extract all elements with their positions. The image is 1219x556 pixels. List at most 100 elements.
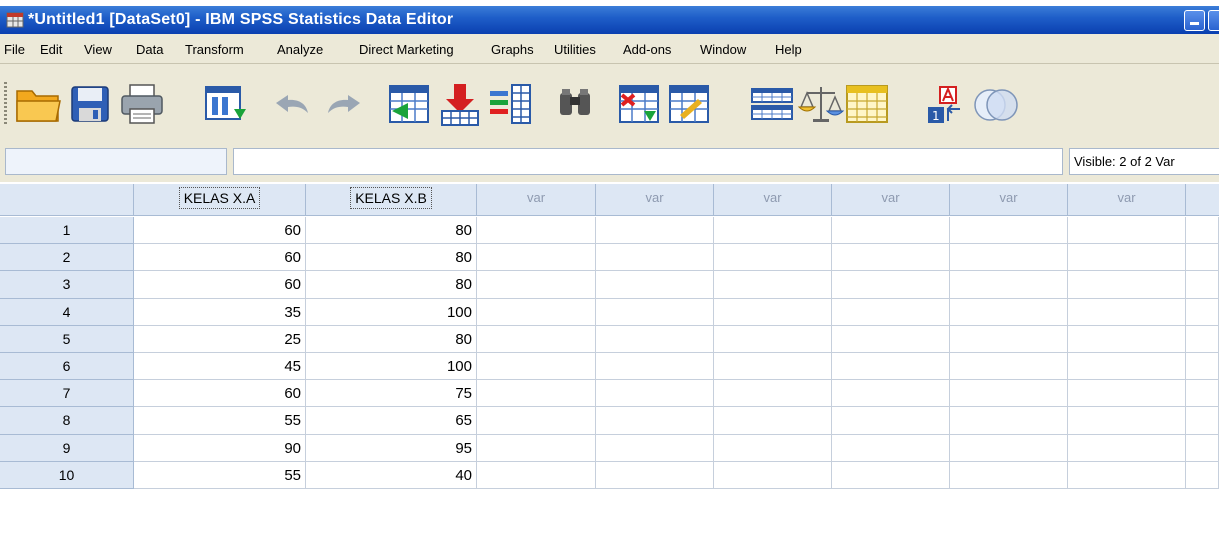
empty-data-cell[interactable]	[477, 434, 596, 462]
data-cell-kelas-xb[interactable]: 40	[306, 461, 477, 489]
empty-data-cell[interactable]	[832, 380, 950, 408]
empty-data-cell[interactable]	[1186, 298, 1219, 326]
data-cell-kelas-xb[interactable]: 95	[306, 434, 477, 462]
menu-help[interactable]: Help	[775, 42, 802, 57]
empty-data-cell[interactable]	[1068, 380, 1186, 408]
empty-data-cell[interactable]	[1068, 271, 1186, 299]
cell-name-box[interactable]	[5, 148, 227, 175]
column-header-partial[interactable]	[1186, 184, 1219, 216]
variables-icon[interactable]	[486, 81, 534, 127]
empty-data-cell[interactable]	[477, 353, 596, 381]
data-cell-kelas-xb[interactable]: 75	[306, 380, 477, 408]
column-header-var[interactable]: var	[1068, 184, 1186, 216]
data-cell-kelas-xb[interactable]: 80	[306, 271, 477, 299]
menu-edit[interactable]: Edit	[40, 42, 62, 57]
row-header[interactable]: 5	[0, 325, 134, 353]
empty-data-cell[interactable]	[832, 434, 950, 462]
empty-data-cell[interactable]	[1186, 244, 1219, 272]
row-header[interactable]: 10	[0, 461, 134, 489]
empty-data-cell[interactable]	[1068, 434, 1186, 462]
empty-data-cell[interactable]	[1186, 434, 1219, 462]
empty-data-cell[interactable]	[1068, 298, 1186, 326]
row-header[interactable]: 7	[0, 380, 134, 408]
empty-data-cell[interactable]	[1186, 380, 1219, 408]
empty-data-cell[interactable]	[596, 434, 714, 462]
empty-data-cell[interactable]	[596, 407, 714, 435]
empty-data-cell[interactable]	[832, 271, 950, 299]
empty-data-cell[interactable]	[477, 244, 596, 272]
data-cell-kelas-xb[interactable]: 80	[306, 244, 477, 272]
data-cell-kelas-xa[interactable]: 25	[134, 325, 306, 353]
data-cell-kelas-xa[interactable]: 35	[134, 298, 306, 326]
empty-data-cell[interactable]	[477, 407, 596, 435]
row-header[interactable]: 6	[0, 353, 134, 381]
empty-data-cell[interactable]	[1068, 217, 1186, 245]
column-header-var[interactable]: var	[950, 184, 1068, 216]
empty-data-cell[interactable]	[477, 271, 596, 299]
empty-data-cell[interactable]	[832, 217, 950, 245]
column-header-var[interactable]: var	[596, 184, 714, 216]
empty-data-cell[interactable]	[596, 353, 714, 381]
title-bar[interactable]: *Untitled1 [DataSet0] - IBM SPSS Statist…	[0, 6, 1219, 34]
empty-data-cell[interactable]	[950, 271, 1068, 299]
data-cell-kelas-xb[interactable]: 65	[306, 407, 477, 435]
menu-view[interactable]: View	[84, 42, 112, 57]
empty-data-cell[interactable]	[477, 217, 596, 245]
empty-data-cell[interactable]	[714, 407, 832, 435]
empty-data-cell[interactable]	[832, 325, 950, 353]
menu-window[interactable]: Window	[700, 42, 746, 57]
empty-data-cell[interactable]	[596, 244, 714, 272]
empty-data-cell[interactable]	[596, 325, 714, 353]
cell-value-editor[interactable]	[233, 148, 1063, 175]
maximize-button[interactable]	[1208, 10, 1219, 31]
find-icon[interactable]	[552, 81, 600, 127]
empty-data-cell[interactable]	[950, 380, 1068, 408]
data-cell-kelas-xa[interactable]: 60	[134, 244, 306, 272]
empty-data-cell[interactable]	[714, 244, 832, 272]
value-labels-icon[interactable]: 1	[922, 81, 970, 127]
undo-icon[interactable]	[268, 81, 316, 127]
redo-icon[interactable]	[320, 81, 368, 127]
empty-data-cell[interactable]	[714, 353, 832, 381]
row-header[interactable]: 4	[0, 298, 134, 326]
data-cell-kelas-xa[interactable]: 60	[134, 217, 306, 245]
data-cell-kelas-xb[interactable]: 80	[306, 325, 477, 353]
empty-data-cell[interactable]	[832, 407, 950, 435]
column-header-kelas-xa[interactable]: KELAS X.A	[134, 184, 306, 216]
insert-cases-icon[interactable]	[616, 81, 664, 127]
row-header[interactable]: 8	[0, 407, 134, 435]
column-header-var[interactable]: var	[477, 184, 596, 216]
empty-data-cell[interactable]	[1186, 407, 1219, 435]
data-cell-kelas-xa[interactable]: 60	[134, 271, 306, 299]
print-icon[interactable]	[118, 81, 166, 127]
empty-data-cell[interactable]	[950, 325, 1068, 353]
data-cell-kelas-xb[interactable]: 80	[306, 217, 477, 245]
empty-data-cell[interactable]	[1068, 353, 1186, 381]
grid-corner[interactable]	[0, 184, 134, 216]
save-icon[interactable]	[67, 81, 115, 127]
data-cell-kelas-xa[interactable]: 55	[134, 461, 306, 489]
open-folder-icon[interactable]	[14, 81, 62, 127]
empty-data-cell[interactable]	[714, 271, 832, 299]
column-header-var[interactable]: var	[714, 184, 832, 216]
empty-data-cell[interactable]	[950, 407, 1068, 435]
menu-add-ons[interactable]: Add-ons	[623, 42, 671, 57]
empty-data-cell[interactable]	[832, 244, 950, 272]
menu-graphs[interactable]: Graphs	[491, 42, 534, 57]
data-cell-kelas-xa[interactable]: 45	[134, 353, 306, 381]
empty-data-cell[interactable]	[950, 217, 1068, 245]
empty-data-cell[interactable]	[714, 461, 832, 489]
row-header[interactable]: 3	[0, 271, 134, 299]
dialog-recall-icon[interactable]	[202, 81, 250, 127]
empty-data-cell[interactable]	[714, 217, 832, 245]
weight-cases-icon[interactable]	[797, 81, 845, 127]
menu-data[interactable]: Data	[136, 42, 163, 57]
empty-data-cell[interactable]	[714, 298, 832, 326]
data-cell-kelas-xb[interactable]: 100	[306, 298, 477, 326]
empty-data-cell[interactable]	[596, 380, 714, 408]
empty-data-cell[interactable]	[477, 325, 596, 353]
data-cell-kelas-xa[interactable]: 55	[134, 407, 306, 435]
minimize-button[interactable]	[1184, 10, 1205, 31]
empty-data-cell[interactable]	[1068, 325, 1186, 353]
empty-data-cell[interactable]	[1186, 461, 1219, 489]
